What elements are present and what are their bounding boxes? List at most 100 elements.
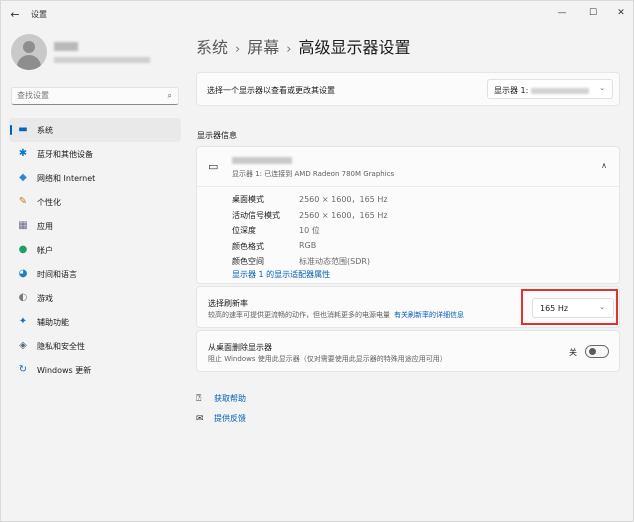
sidebar-item-label: 应用 (37, 222, 53, 231)
info-value: RGB (299, 240, 317, 250)
sidebar-item[interactable]: ✱ 蓝牙和其他设备 (9, 142, 181, 166)
toggle-state-label: 关 (569, 348, 577, 357)
settings-window: ← 设置 — ☐ ✕ ⌕ ▬ 系统 ✱ 蓝牙和其他设备 ◆ 网络和 Internet ✎ 个性… (0, 0, 634, 522)
display-info-card: ▭ 显示器 1: 已连接到 AMD Radeon 780M Graphics ∧… (196, 146, 620, 284)
feedback-label: 提供反馈 (214, 414, 246, 423)
refresh-rate-info-link[interactable]: 有关刷新率的详细信息 (394, 311, 464, 319)
user-email-redacted (54, 57, 150, 63)
info-value: 2560 × 1600，165 Hz (299, 210, 388, 220)
remove-display-card: 从桌面删除显示器 阻止 Windows 使用此显示器（仅对需要使用此显示器的特殊… (196, 330, 620, 372)
sidebar-item-label: 蓝牙和其他设备 (37, 150, 93, 159)
bluetooth-icon: ✱ (18, 148, 28, 159)
accessibility-icon: ✦ (18, 316, 28, 327)
sidebar-item-label: 系统 (37, 126, 53, 135)
info-key: 桌面模式 (232, 195, 264, 204)
back-arrow-icon[interactable]: ← (7, 7, 23, 23)
sidebar-item-label: 时间和语言 (37, 270, 77, 279)
chevron-down-icon: ⌄ (599, 303, 605, 311)
refresh-rate-dropdown[interactable]: 165 Hz ⌄ (532, 298, 614, 318)
get-help-link[interactable]: ⍰ 获取帮助 (196, 393, 246, 404)
select-display-label: 选择一个显示器以查看或更改其设置 (207, 86, 335, 95)
active-indicator (10, 125, 12, 135)
adapter-properties-link[interactable]: 显示器 1 的显示适配器属性 (232, 269, 330, 280)
info-row: 活动信号模式 2560 × 1600，165 Hz (232, 210, 532, 226)
sidebar-item[interactable]: ✎ 个性化 (9, 190, 181, 214)
search-input[interactable] (17, 91, 157, 100)
info-key: 颜色格式 (232, 241, 264, 251)
title-bar: ← 设置 — ☐ ✕ (1, 1, 634, 29)
time-language-icon: ◕ (18, 268, 28, 279)
breadcrumb-separator: › (286, 42, 292, 57)
sidebar-item-label: 游戏 (37, 294, 53, 303)
network-icon: ◆ (19, 172, 27, 183)
info-key: 颜色空间 (232, 257, 264, 266)
apps-icon: ▦ (18, 220, 28, 231)
display-info-header[interactable]: ▭ 显示器 1: 已连接到 AMD Radeon 780M Graphics ∧ (197, 147, 619, 187)
close-button[interactable]: ✕ (611, 5, 631, 21)
sidebar-item[interactable]: ▬ 系统 (9, 118, 181, 142)
maximize-button[interactable]: ☐ (583, 5, 603, 21)
info-value: 10 位 (299, 226, 320, 235)
refresh-rate-title: 选择刷新率 (208, 299, 248, 308)
sidebar-item[interactable]: ◆ 网络和 Internet (9, 166, 181, 190)
minimize-button[interactable]: — (552, 5, 572, 21)
sidebar-item-label: 帐户 (37, 246, 53, 255)
select-display-card: 选择一个显示器以查看或更改其设置 显示器 1: ⌄ (196, 72, 620, 106)
gaming-icon: ◐ (18, 292, 28, 303)
sidebar-item-label: 隐私和安全性 (37, 342, 85, 351)
info-row: 颜色格式 RGB (232, 241, 532, 257)
refresh-rate-description: 较高的速率可提供更流畅的动作，但也消耗更多的电源电量 有关刷新率的详细信息 (208, 311, 464, 319)
breadcrumb-display[interactable]: 屏幕 (247, 38, 279, 57)
toggle-knob (589, 348, 596, 355)
app-title: 设置 (31, 10, 47, 19)
feedback-icon: ✉ (196, 414, 204, 424)
display-info-table: 桌面模式 2560 × 1600，165 Hz 活动信号模式 2560 × 1600，… (232, 194, 532, 272)
sidebar-item[interactable]: ↻ Windows 更新 (9, 358, 181, 382)
system-icon: ▬ (18, 124, 28, 135)
refresh-rate-card: 选择刷新率 较高的速率可提供更流畅的动作，但也消耗更多的电源电量 有关刷新率的详细… (196, 286, 620, 328)
info-value: 2560 × 1600，165 Hz (299, 195, 388, 204)
breadcrumb: 系统 › 屏幕 › 高级显示器设置 (196, 34, 410, 58)
monitor-subtitle: 显示器 1: 已连接到 AMD Radeon 780M Graphics (232, 170, 395, 178)
display-select-value: 显示器 1: (494, 85, 590, 96)
chevron-up-icon[interactable]: ∧ (601, 161, 607, 170)
sidebar-item[interactable]: ✦ 辅助功能 (9, 310, 181, 334)
sidebar-item[interactable]: ◐ 游戏 (9, 286, 181, 310)
breadcrumb-separator: › (235, 42, 241, 57)
search-icon[interactable]: ⌕ (168, 91, 172, 101)
display-select-dropdown[interactable]: 显示器 1: ⌄ (487, 79, 613, 99)
monitor-icon: ▭ (208, 160, 219, 173)
avatar[interactable] (11, 34, 47, 70)
help-icon: ⍰ (196, 394, 202, 404)
avatar-body (17, 55, 41, 70)
monitor-name-redacted (232, 157, 292, 164)
info-row: 位深度 10 位 (232, 225, 532, 241)
sidebar-item[interactable]: ▦ 应用 (9, 214, 181, 238)
get-help-label: 获取帮助 (214, 394, 246, 403)
sidebar-item[interactable]: ◈ 隐私和安全性 (9, 334, 181, 358)
sidebar-item[interactable]: ● 帐户 (9, 238, 181, 262)
avatar-head (23, 41, 35, 53)
display-info-heading: 显示器信息 (197, 131, 237, 140)
info-value: 标准动态范围(SDR) (299, 257, 371, 266)
info-key: 活动信号模式 (232, 210, 280, 220)
info-key: 位深度 (232, 226, 256, 235)
refresh-rate-value: 165 Hz (540, 304, 569, 313)
remove-display-description: 阻止 Windows 使用此显示器（仅对需要使用此显示器的特殊用途应用可用） (208, 355, 447, 363)
remove-display-title: 从桌面删除显示器 (208, 343, 272, 352)
chevron-down-icon: ⌄ (599, 84, 605, 92)
sidebar-item-label: 网络和 Internet (37, 174, 96, 183)
page-title: 高级显示器设置 (298, 38, 411, 57)
sidebar-item[interactable]: ◕ 时间和语言 (9, 262, 181, 286)
info-row: 桌面模式 2560 × 1600，165 Hz (232, 194, 532, 210)
accounts-icon: ● (18, 244, 28, 255)
sidebar-item-label: 辅助功能 (37, 318, 69, 327)
sidebar-item-label: Windows 更新 (37, 366, 92, 375)
search-box[interactable]: ⌕ (11, 87, 179, 105)
personalization-icon: ✎ (18, 196, 28, 207)
feedback-link[interactable]: ✉ 提供反馈 (196, 413, 246, 424)
breadcrumb-system[interactable]: 系统 (196, 38, 228, 57)
remove-display-toggle[interactable] (585, 345, 609, 358)
privacy-shield-icon: ◈ (19, 340, 27, 351)
display-name-redacted (531, 87, 590, 94)
